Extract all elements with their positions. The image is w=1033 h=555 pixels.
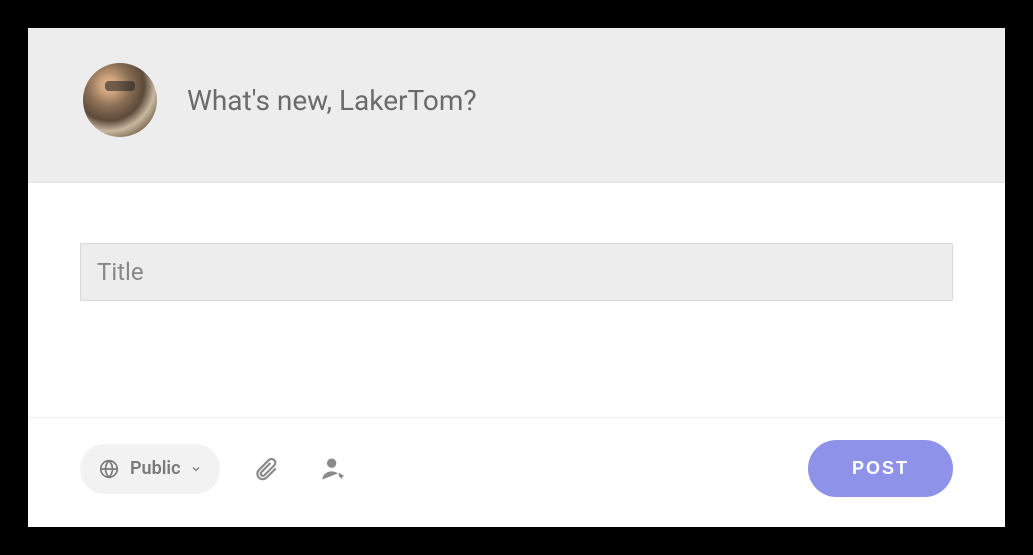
composer-prompt[interactable]: What's new, LakerTom? (187, 84, 477, 117)
composer-body (28, 183, 1005, 417)
visibility-selector[interactable]: Public (80, 444, 220, 494)
avatar[interactable] (83, 63, 157, 137)
globe-icon (98, 458, 120, 480)
paperclip-icon (253, 456, 279, 482)
attachment-button[interactable] (244, 447, 288, 491)
composer-footer: Public POST (28, 417, 1005, 527)
tag-people-button[interactable] (312, 447, 356, 491)
person-tag-icon (320, 455, 348, 483)
post-composer: What's new, LakerTom? Public (28, 28, 1005, 527)
chevron-down-icon (190, 463, 202, 475)
visibility-label: Public (130, 458, 180, 479)
post-button[interactable]: POST (808, 440, 953, 497)
composer-header: What's new, LakerTom? (28, 28, 1005, 183)
title-input[interactable] (80, 243, 953, 301)
